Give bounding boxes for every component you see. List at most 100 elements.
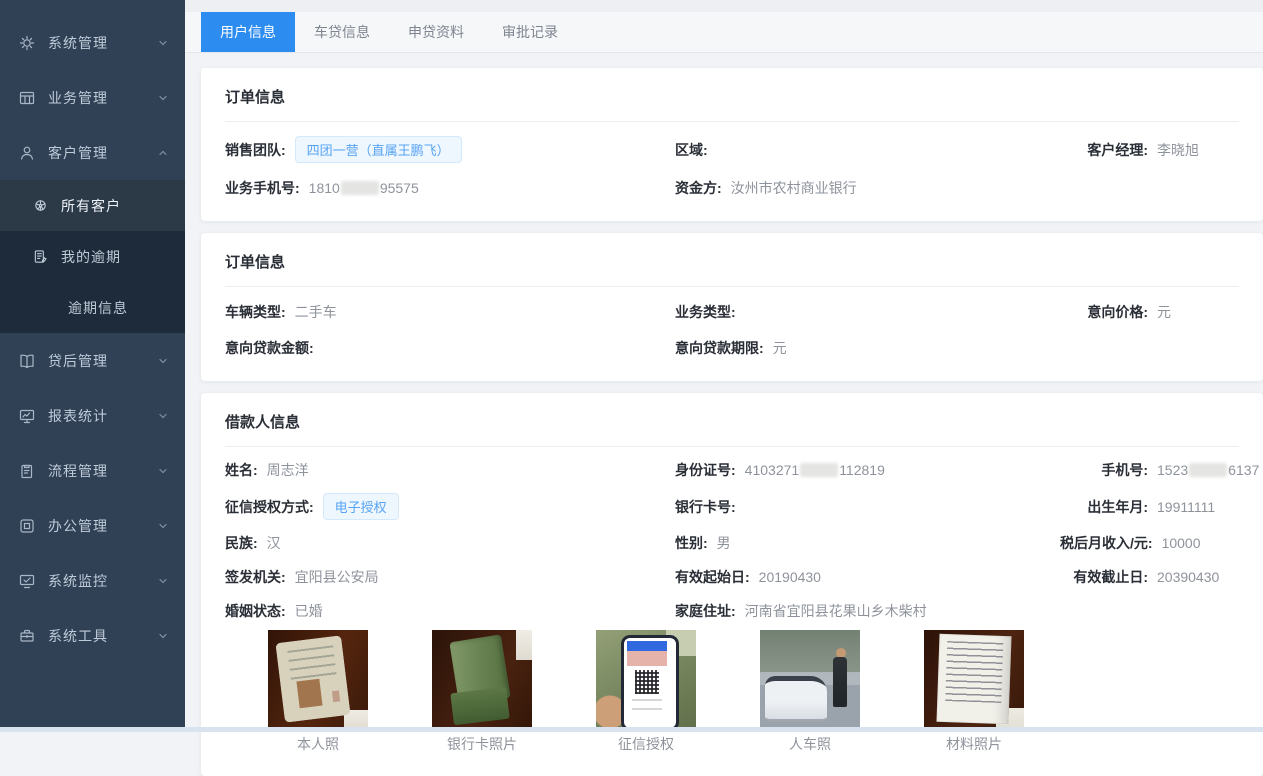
mobile-prefix: 1523 bbox=[1157, 462, 1188, 478]
field-label: 有效截止日: bbox=[1060, 567, 1148, 587]
notebook-icon bbox=[33, 249, 48, 264]
field-label: 销售团队: bbox=[225, 140, 286, 160]
field-label: 出生年月: bbox=[1060, 497, 1148, 517]
sidebar-item-system-tools[interactable]: 系统工具 bbox=[0, 608, 185, 663]
sidebar-item-all-customers[interactable]: 所有客户 bbox=[0, 180, 185, 231]
gear-icon bbox=[19, 35, 35, 51]
photo-caption: 材料照片 bbox=[924, 734, 1024, 754]
field-loan-amount: 意向贷款金额: bbox=[225, 337, 675, 359]
photo-document: 材料照片 bbox=[924, 630, 1024, 754]
field-id-number: 身份证号: 4103271112819 bbox=[675, 459, 1060, 481]
photo-id-card: 本人照 bbox=[268, 630, 368, 754]
field-label: 征信授权方式: bbox=[225, 497, 314, 517]
card-title: 订单信息 bbox=[225, 251, 1239, 287]
field-label: 签发机关: bbox=[225, 567, 286, 587]
phone-qr-photo-thumbnail[interactable] bbox=[596, 630, 696, 730]
field-label: 业务手机号: bbox=[225, 178, 300, 198]
photo-phone-qr: 征信授权 bbox=[596, 630, 696, 754]
sidebar-item-business-management[interactable]: 业务管理 bbox=[0, 70, 185, 125]
field-valid-to: 有效截止日: 20390430 bbox=[1060, 566, 1259, 588]
field-value: 4103271112819 bbox=[745, 462, 885, 478]
monitor-check-icon bbox=[19, 573, 35, 589]
field-empty bbox=[1060, 600, 1259, 622]
field-label: 银行卡号: bbox=[675, 497, 736, 517]
field-label: 意向价格: bbox=[1060, 302, 1148, 322]
redacted-digits bbox=[800, 463, 838, 477]
photo-caption: 征信授权 bbox=[596, 734, 696, 754]
sidebar-item-system-management[interactable]: 系统管理 bbox=[0, 15, 185, 70]
photo-person-car: 人车照 bbox=[760, 630, 860, 754]
field-customer-manager: 客户经理: 李晓旭 bbox=[1060, 136, 1239, 163]
field-issuing-authority: 签发机关: 宜阳县公安局 bbox=[225, 566, 675, 588]
chevron-down-icon bbox=[157, 630, 169, 642]
field-label: 有效起始日: bbox=[675, 567, 750, 587]
field-birth-date: 出生年月: 19911111 bbox=[1060, 493, 1259, 520]
sidebar-item-customer-management[interactable]: 客户管理 bbox=[0, 125, 185, 180]
field-value: 宜阳县公安局 bbox=[295, 567, 379, 587]
sidebar-item-system-monitor[interactable]: 系统监控 bbox=[0, 553, 185, 608]
document-photo-thumbnail[interactable] bbox=[924, 630, 1024, 730]
field-label: 意向贷款期限: bbox=[675, 338, 764, 358]
field-grid: 车辆类型: 二手车 业务类型: 意向价格: 元 意向贷款金额: 意向贷款期限: … bbox=[225, 287, 1239, 359]
field-value: 19911111 bbox=[1157, 499, 1215, 515]
main-content: 用户信息 车贷信息 申贷资料 审批记录 订单信息 销售团队: 四团一营（直属王鹏… bbox=[185, 0, 1263, 732]
grid-icon bbox=[19, 90, 35, 106]
sidebar-item-label: 办公管理 bbox=[48, 516, 157, 536]
field-value: 周志洋 bbox=[267, 460, 309, 480]
redacted-digits bbox=[1189, 463, 1227, 477]
sidebar-item-report-statistics[interactable]: 报表统计 bbox=[0, 388, 185, 443]
field-valid-from: 有效起始日: 20190430 bbox=[675, 566, 1060, 588]
sidebar-item-overdue-info[interactable]: 逾期信息 bbox=[0, 282, 185, 333]
horizontal-scrollbar[interactable] bbox=[0, 727, 1263, 732]
chevron-down-icon bbox=[157, 410, 169, 422]
person-car-photo-thumbnail[interactable] bbox=[760, 630, 860, 730]
field-name: 姓名: 周志洋 bbox=[225, 459, 675, 481]
phone-suffix: 95575 bbox=[380, 180, 419, 196]
field-label: 资金方: bbox=[675, 178, 722, 198]
chevron-down-icon bbox=[157, 37, 169, 49]
photo-bankbook: 银行卡照片 bbox=[432, 630, 532, 754]
field-label: 区域: bbox=[675, 140, 708, 160]
chevron-down-icon bbox=[157, 520, 169, 532]
field-value: 10000 bbox=[1162, 535, 1201, 551]
photo-caption: 人车照 bbox=[760, 734, 860, 754]
bankbook-photo-thumbnail[interactable] bbox=[432, 630, 532, 730]
field-region: 区域: bbox=[675, 136, 1060, 163]
tab-approval-records[interactable]: 审批记录 bbox=[483, 12, 577, 52]
field-value: 汝州市农村商业银行 bbox=[731, 178, 857, 198]
field-label: 意向贷款金额: bbox=[225, 338, 314, 358]
tab-car-loan-info[interactable]: 车贷信息 bbox=[295, 12, 389, 52]
photo-row: 本人照 银行卡照片 征信授权 人车照 材料照片 bbox=[268, 630, 1239, 754]
tab-loan-application-docs[interactable]: 申贷资料 bbox=[389, 12, 483, 52]
top-strip bbox=[185, 0, 1263, 12]
field-credit-auth: 征信授权方式: 电子授权 bbox=[225, 493, 675, 520]
sidebar-item-office-management[interactable]: 办公管理 bbox=[0, 498, 185, 553]
field-grid: 姓名: 周志洋 身份证号: 4103271112819 手机号: 1523613… bbox=[225, 447, 1239, 622]
sidebar-item-label: 流程管理 bbox=[48, 461, 157, 481]
field-bank-card: 银行卡号: bbox=[675, 493, 1060, 520]
field-loan-term: 意向贷款期限: 元 bbox=[675, 337, 1060, 359]
book-icon bbox=[19, 353, 35, 369]
id-card-photo-thumbnail[interactable] bbox=[268, 630, 368, 730]
field-value: 二手车 bbox=[295, 302, 337, 322]
field-marital-status: 婚姻状态: 已婚 bbox=[225, 600, 675, 622]
id-prefix: 4103271 bbox=[745, 462, 800, 478]
sidebar: 系统管理 业务管理 客户管理 所有客户 bbox=[0, 0, 185, 732]
field-value: 元 bbox=[1157, 302, 1171, 322]
sidebar-item-process-management[interactable]: 流程管理 bbox=[0, 443, 185, 498]
field-business-phone: 业务手机号: 181095575 bbox=[225, 177, 675, 199]
tab-user-info[interactable]: 用户信息 bbox=[201, 12, 295, 52]
sidebar-item-post-loan-management[interactable]: 贷后管理 bbox=[0, 333, 185, 388]
chevron-up-icon bbox=[157, 147, 169, 159]
sidebar-item-my-overdue[interactable]: 我的逾期 bbox=[0, 231, 185, 282]
user-icon bbox=[19, 145, 35, 161]
credit-auth-tag[interactable]: 电子授权 bbox=[323, 493, 399, 520]
photo-caption: 本人照 bbox=[268, 734, 368, 754]
sales-team-tag[interactable]: 四团一营（直属王鹏飞） bbox=[295, 136, 462, 163]
field-label: 车辆类型: bbox=[225, 302, 286, 322]
chevron-down-icon bbox=[157, 355, 169, 367]
field-business-type: 业务类型: bbox=[675, 301, 1060, 323]
sidebar-item-label: 所有客户 bbox=[61, 196, 121, 216]
field-sales-team: 销售团队: 四团一营（直属王鹏飞） bbox=[225, 136, 675, 163]
field-empty bbox=[1060, 177, 1239, 199]
